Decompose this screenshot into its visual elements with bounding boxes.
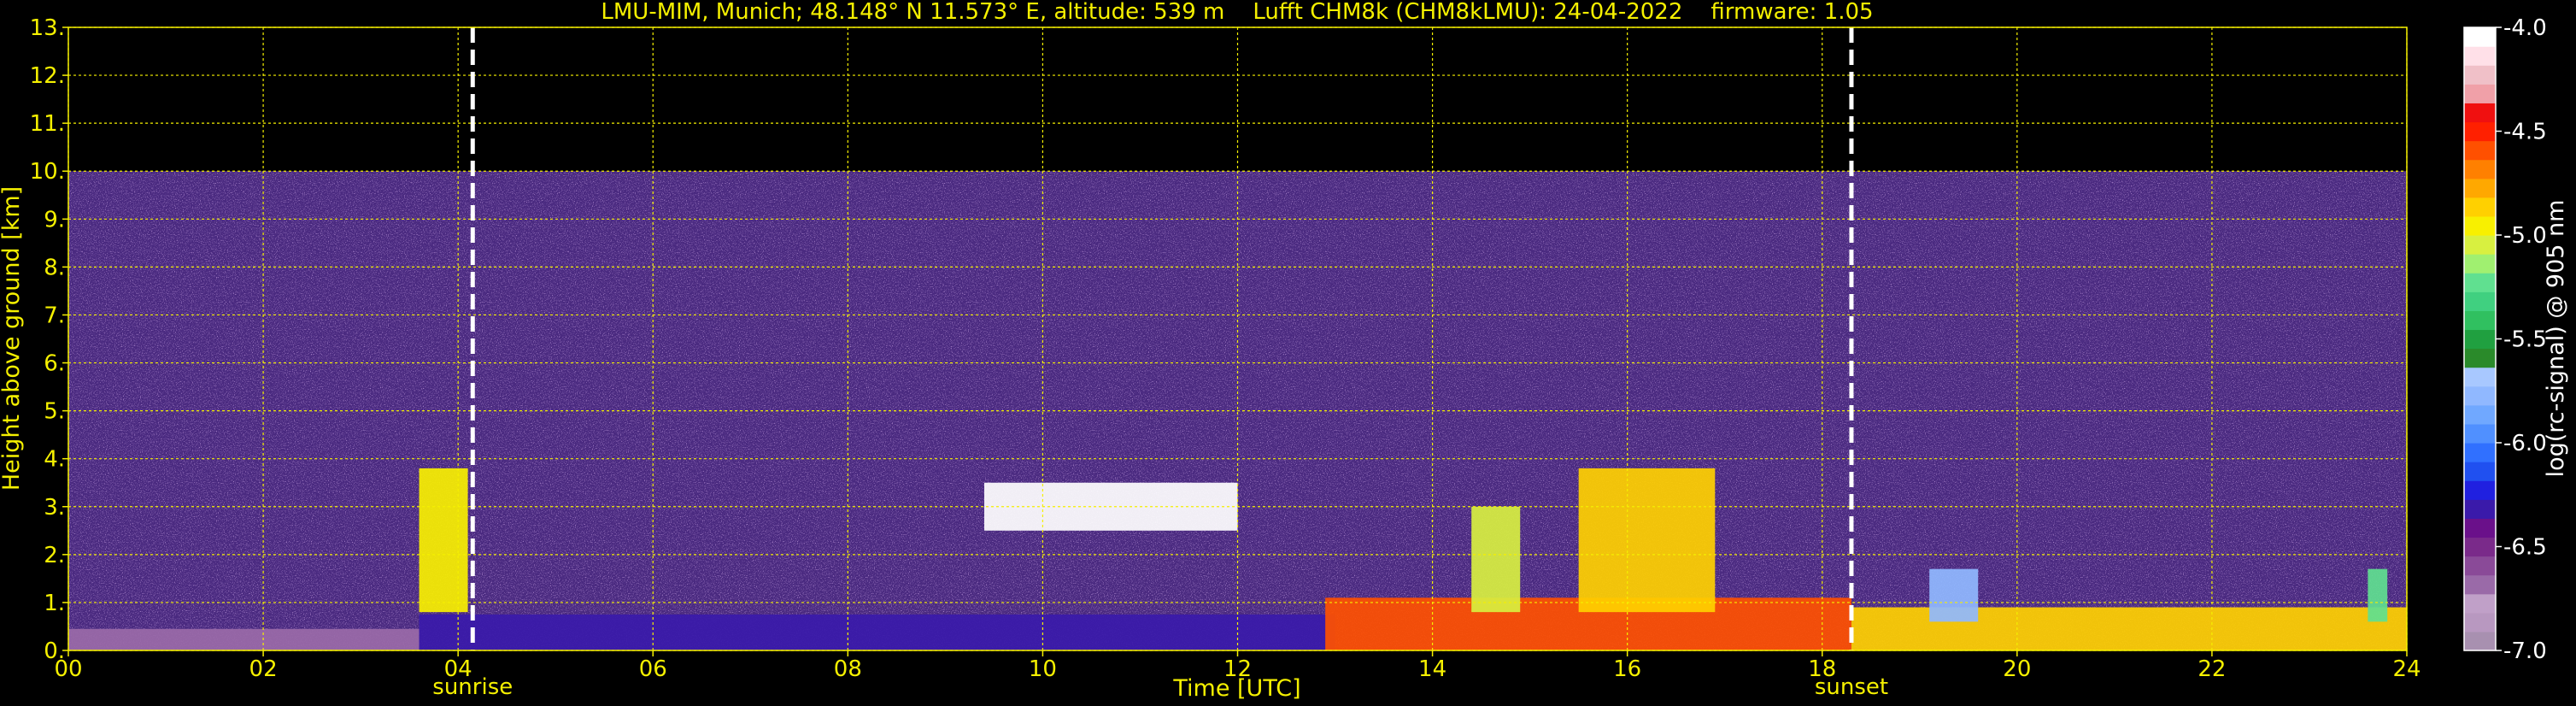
y-tick-label: 9. [44, 207, 65, 232]
colorbar-segment [2464, 65, 2496, 85]
colorbar-tick-label: -4.0 [2503, 15, 2547, 41]
colorbar-segment [2464, 574, 2496, 595]
colorbar-segment [2464, 197, 2496, 217]
colorbar-segment [2464, 159, 2496, 179]
colorbar-segment [2464, 84, 2496, 103]
x-tick-label: 10 [1029, 656, 1057, 682]
x-tick-label: 14 [1418, 656, 1446, 682]
colorbar-segment [2464, 593, 2496, 614]
y-tick-label: 7. [44, 303, 65, 328]
ceilometer-chart: 00 02 04 06 08 10 12 14 16 18 20 22 24 0.1.2.3.4.5.6… [0, 0, 2569, 702]
y-tick-label: 11. [30, 111, 65, 137]
colorbar-segment [2464, 631, 2496, 651]
cloud-feature [68, 628, 420, 650]
y-axis-label: Height above ground [km] [0, 186, 25, 491]
y-tick-label: 13. [30, 15, 65, 41]
x-tick-label: 08 [834, 656, 862, 682]
x-tick-label: 24 [2392, 656, 2421, 682]
y-axis-ticks: 0. 1. 2. 3. 4. 5. 6. 7. 8. 9. 10. 11. 12. 13. [30, 15, 68, 664]
colorbar-segment [2464, 121, 2496, 142]
y-tick-label: 1. [44, 591, 65, 616]
colorbar-segment [2464, 215, 2496, 236]
colorbar-tick-label: -5.5 [2503, 327, 2547, 353]
colorbar-tick-label: -6.5 [2503, 535, 2547, 561]
colorbar-segment [2464, 404, 2496, 425]
cloud-feature [419, 614, 1335, 650]
colorbar-segment [2464, 480, 2496, 500]
colorbar-segment [2464, 518, 2496, 538]
colorbar-segment [2464, 443, 2496, 462]
y-tick-label: 4. [44, 447, 65, 473]
y-tick-label: 8. [44, 255, 65, 280]
x-tick-label: 02 [249, 656, 278, 682]
colorbar-segment [2464, 140, 2496, 161]
colorbar-segment [2464, 310, 2496, 331]
colorbar-segment [2464, 423, 2496, 444]
colorbar-segment [2464, 499, 2496, 519]
colorbar-segment [2464, 556, 2496, 576]
cloud-feature [1929, 568, 1979, 622]
sunrise-label: sunrise [432, 674, 513, 700]
colorbar-segment [2464, 254, 2496, 274]
cloud-feature [419, 468, 468, 613]
colorbar-tick-label: -4.5 [2503, 120, 2547, 145]
colorbar-segment [2464, 27, 2496, 47]
colorbar [2464, 27, 2496, 651]
colorbar-segment [2464, 178, 2496, 198]
colorbar-tick-label: -5.0 [2503, 223, 2547, 249]
x-tick-label: 22 [2198, 656, 2226, 682]
colorbar-segment [2464, 367, 2496, 387]
colorbar-segment [2464, 273, 2496, 292]
sunset-label: sunset [1815, 674, 1888, 700]
cloud-feature [2368, 568, 2388, 622]
colorbar-segment [2464, 348, 2496, 368]
y-tick-label: 2. [44, 543, 65, 568]
colorbar-segment [2464, 385, 2496, 406]
colorbar-segment [2464, 235, 2496, 255]
colorbar-tick-label: -6.0 [2503, 431, 2547, 456]
colorbar-ticks: -4.0 -4.5 -5.0 -5.5 -6.0 -6.5 -7.0 [2496, 15, 2547, 664]
y-tick-label: 3. [44, 495, 65, 521]
colorbar-segment [2464, 103, 2496, 123]
colorbar-label: log(rc-signal) @ 905 nm [2543, 200, 2569, 478]
colorbar-segment [2464, 612, 2496, 632]
x-axis-label: Time [UTC] [1172, 675, 1300, 702]
y-tick-label: 6. [44, 351, 65, 377]
colorbar-tick-label: -7.0 [2503, 638, 2547, 664]
y-tick-label: 0. [44, 638, 65, 664]
cloud-feature [1578, 468, 1716, 613]
y-tick-label: 5. [44, 399, 65, 425]
y-tick-label: 12. [30, 63, 65, 89]
colorbar-segment [2464, 291, 2496, 311]
cloud-feature [1471, 506, 1521, 613]
chart-title: LMU-MIM, Munich; 48.148° N 11.573° E, al… [601, 0, 1873, 25]
x-tick-label: 16 [1613, 656, 1641, 682]
y-tick-label: 10. [30, 159, 65, 185]
x-tick-label: 06 [639, 656, 667, 682]
colorbar-segment [2464, 462, 2496, 481]
colorbar-segment [2464, 537, 2496, 557]
colorbar-segment [2464, 329, 2496, 350]
x-tick-label: 20 [2003, 656, 2031, 682]
colorbar-segment [2464, 46, 2496, 66]
